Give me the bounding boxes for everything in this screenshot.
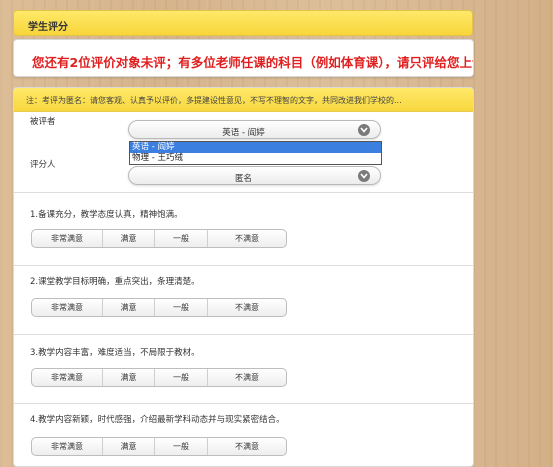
question-text: 1.备课充分，教学态度认真，精神饱满。 — [30, 210, 183, 220]
rating-group: 非常满意 满意 一般 不满意 — [31, 368, 287, 387]
evaluatee-selected-value: 英语 - 阎婷 — [222, 128, 265, 138]
rating-option-unsatisfied[interactable]: 不满意 — [208, 438, 286, 455]
rating-group: 非常满意 满意 一般 不满意 — [31, 437, 287, 456]
evaluation-form: 注：考评为匿名：请您客观、认真予以评价，多提建设性意见，不写不理智的文字，共同改… — [13, 87, 474, 467]
notice-bar: 注：考评为匿名：请您客观、认真予以评价，多提建设性意见，不写不理智的文字，共同改… — [14, 88, 473, 112]
evaluatee-label: 被评者 — [30, 117, 56, 127]
rating-option-average[interactable]: 一般 — [155, 438, 208, 455]
page-title: 学生评分 — [28, 22, 68, 33]
rating-option-satisfied[interactable]: 满意 — [103, 369, 155, 386]
alert-message: 您还有2位评价对象未评；有多位老师任课的科目（例如体育课），请只评给您上课 — [32, 55, 474, 70]
rating-group: 非常满意 满意 一般 不满意 — [31, 298, 287, 317]
question-text: 2.课堂教学目标明确，重点突出，条理清楚。 — [30, 277, 200, 287]
notice-text: 注：考评为匿名：请您客观、认真予以评价，多提建设性意见，不写不理智的文字，共同改… — [26, 96, 402, 105]
rating-option-unsatisfied[interactable]: 不满意 — [208, 369, 286, 386]
rating-option-average[interactable]: 一般 — [155, 230, 208, 247]
divider — [14, 403, 473, 404]
evaluator-selected-value: 匿名 — [234, 174, 252, 184]
rating-option-satisfied[interactable]: 满意 — [103, 299, 155, 316]
alert-panel: 您还有2位评价对象未评；有多位老师任课的科目（例如体育课），请只评给您上课 — [13, 39, 474, 77]
rating-option-unsatisfied[interactable]: 不满意 — [208, 299, 286, 316]
divider — [14, 265, 473, 266]
question-text: 3.教学内容丰富，难度适当，不局限于教材。 — [30, 348, 200, 358]
question-text: 4.教学内容新颖，时代感强，介绍最新学科动态并与现实紧密结合。 — [30, 415, 285, 425]
rating-option-satisfied[interactable]: 满意 — [103, 230, 155, 247]
dropdown-option[interactable]: 物理 - 王巧绒 — [130, 153, 381, 164]
evaluator-select[interactable]: 匿名 — [128, 166, 381, 185]
rating-option-average[interactable]: 一般 — [155, 369, 208, 386]
rating-group: 非常满意 满意 一般 不满意 — [31, 229, 287, 248]
evaluatee-dropdown-list: 英语 - 阎婷 物理 - 王巧绒 — [129, 141, 382, 165]
rating-option-very-satisfied[interactable]: 非常满意 — [32, 438, 103, 455]
rating-option-satisfied[interactable]: 满意 — [103, 438, 155, 455]
divider — [14, 334, 473, 335]
rating-option-average[interactable]: 一般 — [155, 299, 208, 316]
chevron-down-icon — [358, 124, 370, 136]
header-panel: 学生评分 — [13, 10, 473, 36]
dropdown-option[interactable]: 英语 - 阎婷 — [130, 142, 381, 153]
rating-option-very-satisfied[interactable]: 非常满意 — [32, 230, 103, 247]
rating-option-very-satisfied[interactable]: 非常满意 — [32, 299, 103, 316]
evaluatee-select[interactable]: 英语 - 阎婷 — [128, 120, 381, 139]
rating-option-unsatisfied[interactable]: 不满意 — [208, 230, 286, 247]
evaluator-label: 评分人 — [30, 160, 56, 170]
divider — [14, 192, 473, 193]
rating-option-very-satisfied[interactable]: 非常满意 — [32, 369, 103, 386]
chevron-down-icon — [358, 170, 370, 182]
